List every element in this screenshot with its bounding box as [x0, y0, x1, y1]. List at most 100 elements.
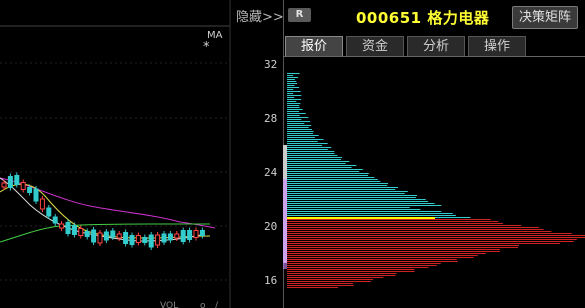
chip-bar	[287, 145, 323, 146]
current-price-marker	[283, 179, 287, 269]
chip-bar	[287, 287, 339, 288]
chip-bar	[287, 81, 297, 82]
chip-bar	[287, 79, 295, 80]
candle-body	[123, 232, 129, 244]
candle-body	[167, 233, 173, 241]
chip-bar	[287, 171, 360, 172]
candle-body	[155, 234, 161, 246]
candle-body	[27, 187, 33, 193]
chip-bar	[287, 141, 318, 142]
candle-body	[52, 216, 58, 224]
chip-bar	[287, 133, 314, 134]
chip-bar	[287, 169, 363, 170]
tab-operation[interactable]: 操作	[468, 36, 526, 57]
hide-panel-button[interactable]: 隐藏>>	[236, 6, 284, 25]
chip-bar	[287, 123, 305, 124]
y-tick-16: 16	[264, 274, 278, 287]
chip-bar	[287, 93, 294, 94]
chip-bar	[287, 211, 442, 212]
chip-bar	[287, 251, 500, 252]
chip-bar	[287, 77, 299, 78]
chip-bar	[287, 255, 478, 256]
chip-bar	[287, 237, 585, 238]
chip-bar	[287, 73, 300, 74]
chip-bar	[287, 249, 500, 250]
chip-bar	[287, 193, 405, 194]
chip-bar	[287, 143, 328, 144]
chip-bar	[287, 263, 441, 264]
candle-body	[142, 237, 148, 243]
chip-bar	[287, 105, 300, 106]
chip-bar	[287, 127, 309, 128]
candle-body	[116, 233, 122, 239]
chip-bar	[287, 273, 397, 274]
chip-bar	[287, 227, 539, 228]
svg-text:o: o	[200, 301, 206, 308]
chip-bar	[287, 245, 519, 246]
chip-bar	[287, 199, 426, 200]
chip-bar	[287, 165, 357, 166]
chip-bar	[287, 183, 388, 184]
chip-bar	[287, 113, 306, 114]
chip-bar	[287, 97, 295, 98]
tab-funds[interactable]: 资金	[346, 36, 404, 57]
chip-bar	[287, 195, 417, 196]
chip-bar	[287, 203, 435, 204]
candle-body	[129, 235, 135, 245]
candle-body	[135, 235, 141, 243]
chip-bar	[287, 173, 369, 174]
chip-bar	[287, 95, 302, 96]
svg-text:/: /	[215, 301, 219, 308]
tab-quote[interactable]: 报价	[285, 36, 343, 57]
kline-chart[interactable]: VOL o /	[0, 0, 283, 308]
chip-bar	[287, 243, 561, 244]
candle-body	[1, 182, 7, 188]
svg-text:VOL: VOL	[160, 301, 178, 308]
chip-bar	[287, 197, 416, 198]
chip-bar	[287, 85, 295, 86]
candle-body	[110, 230, 116, 238]
chip-bar	[287, 261, 458, 262]
chip-bar	[287, 89, 294, 90]
candle-body	[39, 198, 45, 210]
candlesticks	[1, 172, 205, 250]
chip-bar	[287, 129, 313, 130]
tab-analysis[interactable]: 分析	[407, 36, 465, 57]
candle-body	[65, 222, 71, 234]
chip-bar	[287, 189, 396, 190]
chip-bar	[287, 267, 429, 268]
ma-marker: *	[203, 40, 210, 55]
chip-bar	[287, 121, 311, 122]
chip-bar	[287, 91, 301, 92]
chip-bar	[287, 221, 499, 222]
candle-body	[148, 234, 154, 248]
candle-body	[97, 232, 103, 244]
candle-body	[46, 207, 52, 217]
chip-bar	[287, 137, 315, 138]
chip-bar	[287, 215, 456, 216]
chip-bar	[287, 257, 474, 258]
chip-distribution-chart[interactable]	[283, 57, 585, 308]
stock-code: 000651	[356, 9, 422, 27]
candle-body	[84, 231, 90, 237]
y-tick-24: 24	[264, 166, 278, 179]
chip-bar	[287, 235, 585, 236]
chip-bar	[287, 103, 301, 104]
chip-bar	[287, 271, 415, 272]
candle-body	[174, 233, 180, 239]
chip-bar	[287, 269, 415, 270]
decision-matrix-button[interactable]: 决策矩阵	[512, 6, 578, 29]
chip-bar	[287, 223, 504, 224]
chip-bar	[287, 161, 350, 162]
chip-bar	[287, 115, 300, 116]
candle-body	[7, 176, 13, 188]
candle-body	[199, 230, 205, 236]
candle-body	[103, 231, 109, 241]
chip-bar	[287, 285, 354, 286]
chip-bar	[287, 177, 375, 178]
y-tick-28: 28	[264, 112, 278, 125]
rating-badge[interactable]: R	[288, 8, 311, 22]
chip-bar	[287, 139, 324, 140]
chip-bar	[287, 207, 410, 208]
chip-bar	[287, 83, 298, 84]
